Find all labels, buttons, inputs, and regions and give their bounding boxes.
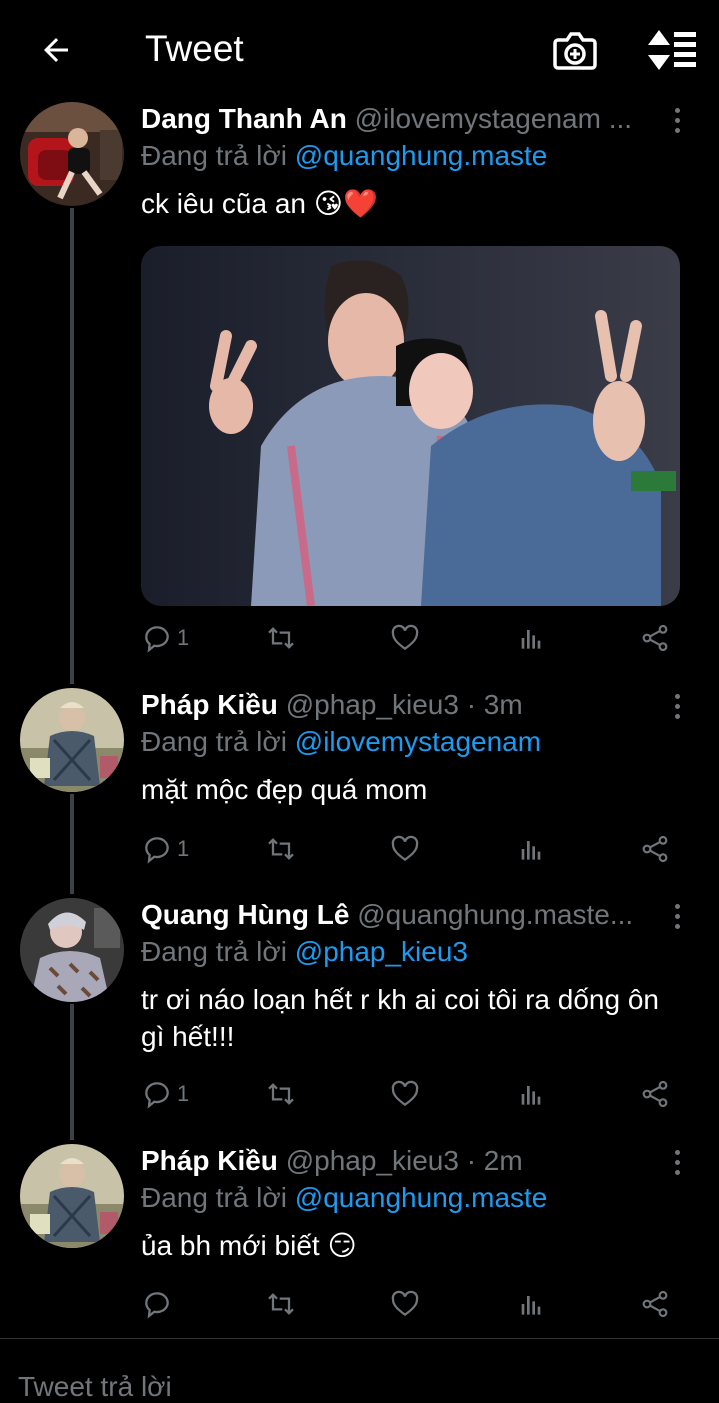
tweet-actions: 1 — [141, 618, 681, 658]
avatar[interactable] — [20, 1144, 124, 1248]
tweet-text: mặt mộc đẹp quá mom — [141, 774, 428, 805]
reply-count: 1 — [177, 836, 190, 861]
author-handle: @ilovemystagenam ... — [354, 103, 633, 134]
tweet-actions — [141, 1284, 681, 1324]
retweet-icon — [268, 838, 294, 860]
analytics-icon — [521, 630, 541, 649]
analytics-icon — [521, 1086, 541, 1105]
avatar[interactable] — [20, 688, 124, 792]
mention-link[interactable]: @quanghung.maste — [295, 140, 548, 171]
retweet-button[interactable] — [265, 618, 297, 658]
reply-button[interactable]: 1 — [141, 1074, 189, 1114]
thread-line — [70, 208, 74, 684]
camera-plus-icon — [553, 32, 597, 70]
reply-composer: Tweet trả lời — [0, 1339, 719, 1402]
share-icon — [642, 624, 668, 652]
author-name[interactable]: Quang Hùng Lê — [141, 899, 349, 930]
author-handle: @phap_kieu3 · 2m — [285, 1145, 523, 1176]
page-title: Tweet — [145, 28, 244, 69]
author-handle: @phap_kieu3 · 3m — [285, 689, 523, 720]
share-button[interactable] — [639, 1284, 671, 1324]
retweet-icon — [268, 1083, 294, 1105]
analytics-button[interactable] — [515, 829, 547, 869]
avatar[interactable] — [20, 102, 124, 206]
top-bar: Tweet — [0, 0, 719, 100]
like-button[interactable] — [389, 618, 421, 658]
reply-button[interactable]: 1 — [141, 618, 189, 658]
reply-count: 1 — [177, 1081, 190, 1106]
mention-link[interactable]: @phap_kieu3 — [295, 936, 468, 967]
mention-link[interactable]: @quanghung.maste — [295, 1182, 548, 1213]
retweet-icon — [268, 1293, 294, 1315]
tweet-photo[interactable] — [141, 246, 680, 606]
reply-icon — [145, 1292, 169, 1319]
share-button[interactable] — [639, 1074, 671, 1114]
share-icon — [642, 1080, 668, 1108]
heart-icon — [391, 1080, 419, 1107]
heart-icon — [391, 835, 419, 862]
reply-icon — [145, 626, 169, 653]
heart-icon — [391, 624, 419, 651]
more-options-button[interactable] — [665, 1142, 689, 1182]
camera-button[interactable] — [552, 28, 598, 74]
tweet-actions: 1 — [141, 1074, 681, 1114]
author-name[interactable]: Pháp Kiều — [141, 1145, 278, 1176]
analytics-button[interactable] — [515, 618, 547, 658]
back-button[interactable] — [36, 30, 76, 70]
reply-button[interactable]: 1 — [141, 829, 189, 869]
author-name[interactable]: Pháp Kiều — [141, 689, 278, 720]
reply-icon — [145, 837, 169, 864]
retweet-icon — [268, 627, 294, 649]
retweet-button[interactable] — [265, 829, 297, 869]
analytics-icon — [521, 841, 541, 860]
share-button[interactable] — [639, 618, 671, 658]
more-options-button[interactable] — [665, 896, 689, 936]
more-options-button[interactable] — [665, 686, 689, 726]
tweet-text: tr ơi náo loạn hết r kh ai coi tôi ra dố… — [141, 984, 659, 1052]
like-button[interactable] — [389, 1074, 421, 1114]
reply-icon — [145, 1082, 169, 1109]
thread-line — [70, 794, 74, 894]
retweet-button[interactable] — [265, 1284, 297, 1324]
reply-input[interactable]: Tweet trả lời — [18, 1371, 172, 1403]
analytics-icon — [521, 1296, 541, 1315]
avatar[interactable] — [20, 898, 124, 1002]
analytics-button[interactable] — [515, 1074, 547, 1114]
analytics-button[interactable] — [515, 1284, 547, 1324]
reply-button[interactable] — [141, 1284, 177, 1324]
replying-to: Đang trả lời @quanghung.maste — [141, 140, 548, 171]
like-button[interactable] — [389, 1284, 421, 1324]
sort-icon — [648, 30, 696, 70]
author-handle: @quanghung.maste... — [357, 899, 634, 930]
tweet-actions: 1 — [141, 829, 681, 869]
heart-icon — [391, 1290, 419, 1317]
sort-button[interactable] — [646, 28, 698, 72]
thread-line — [70, 1004, 74, 1140]
like-button[interactable] — [389, 829, 421, 869]
author-name[interactable]: Dang Thanh An — [141, 103, 347, 134]
more-options-button[interactable] — [665, 100, 689, 140]
share-icon — [642, 1290, 668, 1318]
back-arrow-icon — [44, 38, 68, 62]
tweet-text: ủa bh mới biết 😏 — [141, 1230, 357, 1261]
tweet-text: ck iêu cũa an 😘❤️ — [141, 188, 378, 219]
mention-link[interactable]: @ilovemystagenam — [295, 726, 541, 757]
share-button[interactable] — [639, 829, 671, 869]
share-icon — [642, 835, 668, 863]
retweet-button[interactable] — [265, 1074, 297, 1114]
reply-count: 1 — [177, 625, 190, 650]
replying-to: Đang trả lời @ilovemystagenam — [141, 726, 542, 757]
replying-to: Đang trả lời @quanghung.maste — [141, 1182, 548, 1213]
replying-to: Đang trả lời @phap_kieu3 — [141, 936, 468, 967]
